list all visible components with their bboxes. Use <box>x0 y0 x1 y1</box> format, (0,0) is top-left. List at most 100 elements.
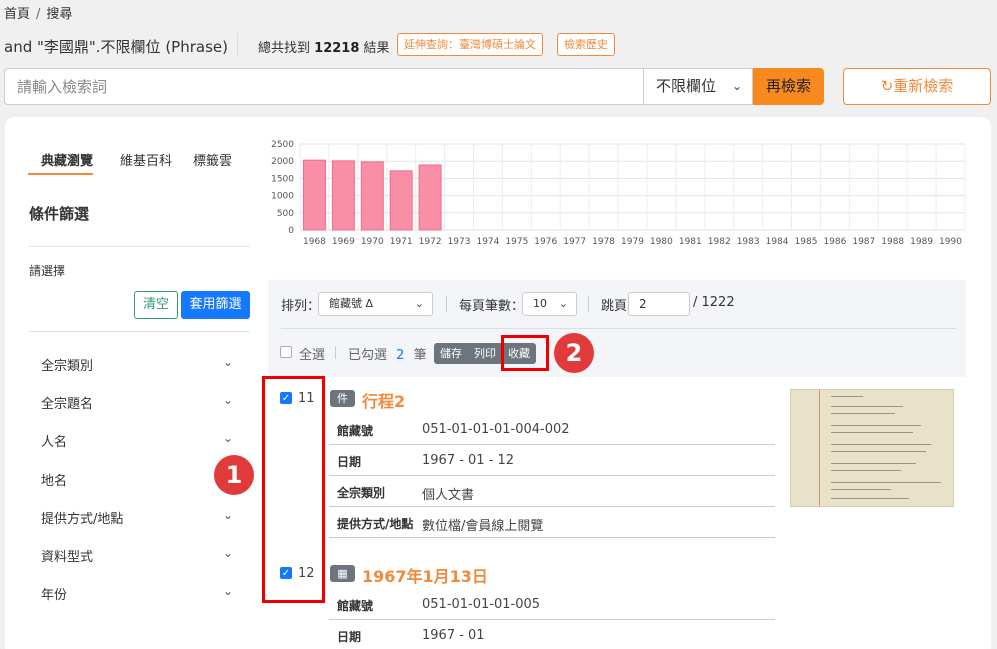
filter-prompt: 請選擇 <box>29 264 66 278</box>
y-tick-label: 1500 <box>271 174 294 184</box>
sort-select[interactable]: 館藏號 Δ ⌄ <box>318 292 433 316</box>
chevron-down-icon: ⌄ <box>414 297 424 310</box>
save-button[interactable]: 儲存 <box>434 343 468 364</box>
search-input[interactable] <box>4 68 643 105</box>
bar <box>302 159 326 231</box>
facet-person[interactable]: 人名 ⌄ <box>41 431 233 450</box>
field-value: 1967 - 01 - 12 <box>422 453 515 468</box>
tab-tag-cloud[interactable]: 標籤雲 <box>193 150 232 169</box>
field-value: 個人文書 <box>422 488 475 503</box>
breadcrumb: 首頁 / 搜尋 <box>4 3 72 22</box>
divider <box>237 33 238 57</box>
divider <box>28 246 250 247</box>
field-key: 提供方式/地點 <box>337 517 414 531</box>
chevron-down-icon: ⌄ <box>222 584 233 598</box>
chevron-down-icon: ⌄ <box>222 546 233 560</box>
field-select[interactable]: 不限欄位 ⌄ <box>643 68 753 105</box>
divider <box>335 346 336 359</box>
search-history-button[interactable]: 檢索歷史 <box>557 33 615 56</box>
divider <box>588 296 589 312</box>
facet-place[interactable]: 地名 <box>41 470 233 489</box>
research-button[interactable]: 再檢索 <box>753 68 824 105</box>
x-tick-label: 1968 <box>303 237 326 247</box>
extend-search-button[interactable]: 延伸查詢：臺灣博碩士論文 <box>397 33 543 56</box>
tab-wikipedia[interactable]: 維基百科 <box>120 150 172 169</box>
field-key: 館藏號 <box>337 599 374 613</box>
bar <box>389 170 413 231</box>
select-all-checkbox[interactable] <box>280 346 292 358</box>
handwriting-stroke <box>831 489 891 490</box>
field-key: 全宗類別 <box>337 486 386 500</box>
apply-filter-button[interactable]: 套用篩選 <box>181 291 250 319</box>
jump-page-label: 跳頁 <box>601 299 628 314</box>
x-tick-label: 1986 <box>823 237 846 247</box>
divider <box>329 444 775 445</box>
x-tick-label: 1974 <box>476 237 499 247</box>
item-type-badge: 件 <box>330 390 355 407</box>
x-tick-label: 1987 <box>852 237 875 247</box>
chevron-down-icon: ⌄ <box>731 79 742 93</box>
tab-collection-browse[interactable]: 典藏瀏覽 <box>41 150 93 169</box>
field-value: 051-01-01-01-004-002 <box>422 422 570 437</box>
handwriting-stroke <box>831 413 895 414</box>
field-value: 1967 - 01 <box>422 628 485 643</box>
active-tab-indicator <box>28 173 93 175</box>
margin-rule <box>819 390 820 506</box>
x-tick-label: 1988 <box>881 237 904 247</box>
query-title: and "李國鼎".不限欄位 (Phrase) <box>4 38 228 56</box>
result-title[interactable]: 1967年1月13日 <box>362 563 488 587</box>
callout-badge-2: 2 <box>554 333 594 373</box>
facet-data-format[interactable]: 資料型式 ⌄ <box>41 546 233 565</box>
y-tick-label: 2000 <box>271 157 294 167</box>
handwriting-stroke <box>831 425 921 426</box>
clear-button[interactable]: 清空 <box>134 291 178 319</box>
filter-title: 條件篩選 <box>29 205 90 223</box>
breadcrumb-current: 搜尋 <box>46 7 73 22</box>
per-page-select[interactable]: 10 ⌄ <box>522 292 577 316</box>
facet-label: 全宗類別 <box>41 359 94 374</box>
document-thumbnail[interactable] <box>790 389 954 507</box>
per-page-value: 10 <box>533 297 547 310</box>
handwriting-stroke <box>831 451 926 452</box>
divider <box>446 296 447 312</box>
field-value: 051-01-01-01-005 <box>422 597 541 612</box>
x-tick-label: 1976 <box>534 237 557 247</box>
selected-suffix: 筆 <box>413 348 427 363</box>
total-count: 12218 <box>314 41 360 56</box>
field-select-value: 不限欄位 <box>656 77 717 95</box>
handwriting-stroke <box>831 432 913 433</box>
handwriting-stroke <box>831 463 916 464</box>
x-tick-label: 1984 <box>766 237 789 247</box>
field-value: 數位檔/會員線上閱覽 <box>422 519 544 534</box>
x-tick-label: 1979 <box>621 237 644 247</box>
x-tick-label: 1975 <box>505 237 528 247</box>
handwriting-stroke <box>831 498 909 499</box>
x-tick-label: 1980 <box>650 237 673 247</box>
facet-year[interactable]: 年份 ⌄ <box>41 584 233 603</box>
facet-access-location[interactable]: 提供方式/地點 ⌄ <box>41 508 233 527</box>
handwriting-stroke <box>831 482 941 483</box>
x-tick-label: 1978 <box>592 237 615 247</box>
breadcrumb-home[interactable]: 首頁 <box>4 7 30 22</box>
x-tick-label: 1977 <box>563 237 586 247</box>
result-total: 總共找到 12218 結果 <box>258 37 390 56</box>
facet-fonds-category[interactable]: 全宗類別 ⌄ <box>41 355 233 374</box>
chevron-down-icon: ⌄ <box>222 355 233 369</box>
reset-search-button[interactable]: ↻重新檢索 <box>843 68 991 105</box>
jump-page-input[interactable] <box>628 292 690 316</box>
divider <box>329 475 775 476</box>
total-pages: / 1222 <box>693 295 735 310</box>
sort-label: 排列： <box>281 299 321 314</box>
chevron-down-icon: ⌄ <box>222 431 233 445</box>
field-key: 日期 <box>337 630 362 644</box>
x-tick-label: 1982 <box>708 237 731 247</box>
bar <box>360 161 384 231</box>
y-tick-label: 0 <box>288 226 294 236</box>
handwriting-stroke <box>831 470 901 471</box>
year-histogram-chart: 0 500 1000 1500 2000 2500 1968 1969 1970 1971 1972… <box>271 140 966 247</box>
facet-fonds-title[interactable]: 全宗題名 ⌄ <box>41 393 233 412</box>
print-button[interactable]: 列印 <box>468 343 502 364</box>
y-tick-label: 2500 <box>271 140 294 150</box>
facet-label: 人名 <box>41 435 68 450</box>
result-title[interactable]: 行程2 <box>362 388 405 412</box>
